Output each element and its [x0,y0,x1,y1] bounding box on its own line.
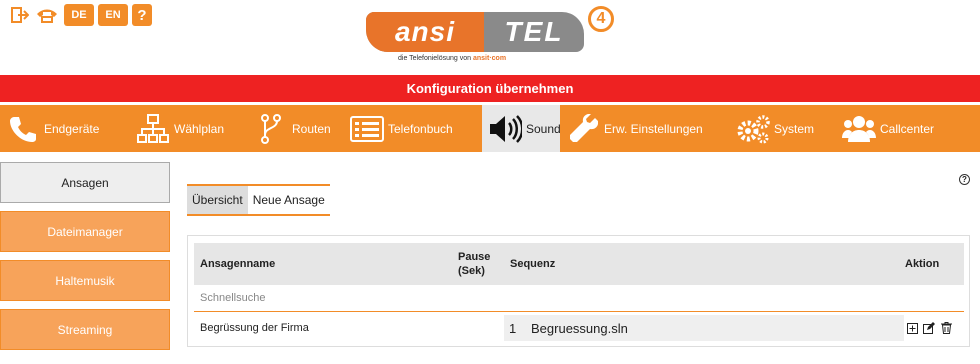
sequence-file: Begruessung.sln [531,320,628,336]
content-tabs: Übersicht Neue Ansage [187,184,330,216]
help-icon[interactable]: ? [959,174,970,185]
nav-label: System [774,121,815,136]
expand-icon[interactable] [906,322,918,334]
logo-version-badge: 4 [588,6,614,32]
nav-label: Telefonbuch [388,121,453,136]
column-header-action: Aktion [905,258,940,270]
delete-icon[interactable] [940,322,952,334]
edit-icon[interactable] [923,322,935,334]
apply-configuration-button[interactable]: Konfiguration übernehmen [0,75,980,102]
nav-label: Erw. Einstellungen [604,121,703,136]
logout-icon[interactable] [10,4,30,26]
list-icon [350,112,384,146]
column-header-sequence: Sequenz [510,258,556,270]
nav-item-endgeraete[interactable]: Endgeräte [0,105,130,152]
lang-en-button[interactable]: EN [98,4,128,26]
lang-de-button[interactable]: DE [64,4,94,26]
nav-item-telefonbuch[interactable]: Telefonbuch [344,105,482,152]
sidebar-item-haltemusik[interactable]: Haltemusik [0,260,170,301]
tab-neue-ansage[interactable]: Neue Ansage [248,186,330,214]
sidebar-item-dateimanager[interactable]: Dateimanager [0,211,170,252]
help-button[interactable]: ? [132,4,152,26]
column-header-pause-line1: Pause [458,251,491,263]
gears-icon [736,112,770,146]
sitemap-icon [136,112,170,146]
row-name: Begrüssung der Firma [200,322,309,334]
nav-item-waehlplan[interactable]: Wählplan [130,105,248,152]
column-header-pause: Pause (Sek) [458,243,490,285]
quick-search-row[interactable]: Schnellsuche [194,285,964,312]
table-row: Begrüssung der Firma 1 Begruessung.sln [194,313,964,343]
nav-item-erw-einstellungen[interactable]: Erw. Einstellungen [560,105,730,152]
wrench-icon [566,112,600,146]
row-actions [906,313,952,343]
logo-wordmark: ansi TEL [366,12,584,52]
sidebar-item-ansagen[interactable]: Ansagen [0,162,170,203]
route-icon [254,112,288,146]
column-header-pause-line2: (Sek) [458,265,485,277]
top-toolbar: DE EN ? [10,4,152,26]
phone-handset-icon [6,112,40,146]
nav-item-callcenter[interactable]: Callcenter [836,105,946,152]
ansitel-logo: ansi TEL 4 die Telefonielösung von ansit… [366,6,616,70]
nav-label: Wählplan [174,121,225,136]
column-header-name: Ansagenname [200,258,276,270]
nav-item-sound[interactable]: Sound [482,105,561,152]
main-nav: Endgeräte Wählplan Routen Telefonbuch So… [0,105,980,152]
tab-uebersicht[interactable]: Übersicht [187,186,248,214]
nav-label: Endgeräte [44,121,100,136]
sequence-index: 1 [509,320,517,336]
nav-item-system[interactable]: System [730,105,836,152]
logo-tagline-prefix: die Telefonielösung von [398,55,472,62]
announcements-table: Ansagenname Pause (Sek) Sequenz Aktion S… [187,235,970,347]
speaker-icon [488,112,522,146]
phone-icon[interactable] [34,4,60,26]
users-icon [842,112,876,146]
logo-tagline-brand: ansit·com [473,55,507,62]
sidebar-item-streaming[interactable]: Streaming [0,309,170,350]
table-header: Ansagenname Pause (Sek) Sequenz Aktion [194,243,964,285]
nav-label: Callcenter [880,121,935,136]
nav-item-routen[interactable]: Routen [248,105,344,152]
logo-tagline: die Telefonielösung von ansit·com [398,55,506,62]
nav-label: Routen [292,121,331,136]
row-sequence: 1 Begruessung.sln [504,315,904,341]
nav-label: Sound [526,121,561,136]
logo-part-tel: TEL [504,16,564,47]
quick-search-input[interactable]: Schnellsuche [200,292,265,304]
logo-part-ansi: ansi [366,12,484,52]
